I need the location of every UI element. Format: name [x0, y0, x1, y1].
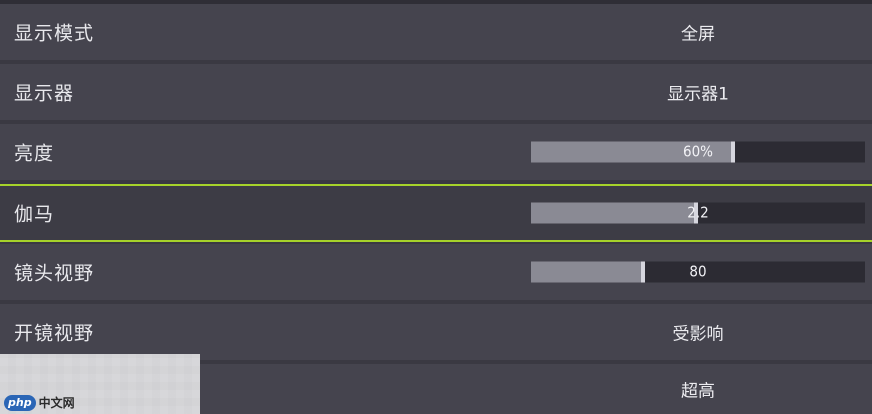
brightness-slider[interactable]: 60%: [531, 141, 865, 163]
setting-label: 亮度: [14, 142, 55, 165]
setting-label: 镜头视野: [14, 262, 95, 285]
setting-row-brightness[interactable]: 亮度 60%: [0, 124, 872, 184]
slider-value: 2.2: [687, 203, 709, 222]
monitor-value[interactable]: 显示器1: [531, 80, 865, 105]
watermark-badge: php: [4, 394, 36, 411]
setting-row-monitor[interactable]: 显示器 显示器1: [0, 64, 872, 124]
watermark-text: 中文网: [38, 396, 75, 410]
settings-page: 显示模式 全屏 显示器 显示器1 亮度 60% 伽马 2.2 镜头视野 80 开…: [0, 0, 872, 414]
setting-label: 伽马: [14, 203, 55, 226]
slider-value: 80: [689, 262, 707, 281]
watermark-logo: php 中文网: [4, 394, 75, 411]
setting-row-display-mode[interactable]: 显示模式 全屏: [0, 4, 872, 64]
setting-row-gamma[interactable]: 伽马 2.2: [0, 184, 872, 242]
scope-fov-value[interactable]: 受影响: [531, 320, 865, 345]
quality-value[interactable]: 超高: [531, 377, 865, 402]
setting-label: 开镜视野: [14, 322, 95, 345]
gamma-slider[interactable]: 2.2: [531, 202, 865, 224]
slider-value: 60%: [683, 142, 713, 161]
display-mode-value[interactable]: 全屏: [531, 20, 865, 45]
watermark: php 中文网: [0, 354, 200, 414]
setting-row-camera-fov[interactable]: 镜头视野 80: [0, 244, 872, 304]
camera-fov-slider[interactable]: 80: [531, 261, 865, 283]
setting-label: 显示模式: [14, 22, 95, 45]
setting-label: 显示器: [14, 82, 75, 105]
